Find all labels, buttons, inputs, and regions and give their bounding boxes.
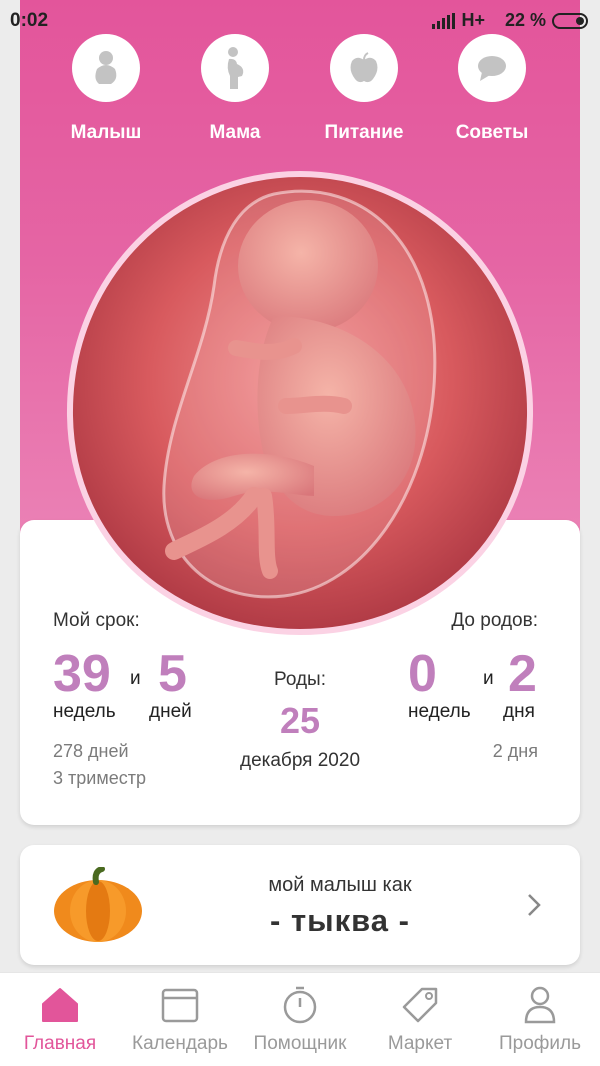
tab-calendar[interactable]: Календарь — [120, 973, 240, 1066]
signal-icon — [432, 12, 456, 29]
baby-size-card[interactable]: мой малыш как - тыква - — [20, 845, 580, 965]
until-conj: и — [483, 668, 494, 689]
home-icon — [42, 988, 78, 1022]
bottom-tab-bar: Главная Календарь Помощник Маркет Профил… — [0, 972, 600, 1066]
baby-size-name: - тыква - — [270, 903, 410, 938]
stopwatch-icon — [283, 986, 317, 1024]
tab-label: Маркет — [387, 1033, 453, 1054]
birth-label: Роды: — [273, 669, 326, 690]
battery-icon — [552, 12, 588, 29]
baby-size-title: мой малыш как — [268, 874, 412, 896]
chevron-right-icon — [528, 894, 541, 916]
until-days-unit: дня — [503, 701, 535, 722]
chat-bubble-icon — [458, 34, 526, 102]
pumpkin-icon — [54, 867, 142, 942]
top-nav-tips[interactable]: Советы — [427, 34, 557, 144]
term-trimester: 3 триместр — [53, 768, 146, 788]
tab-assistant[interactable]: Помощник — [240, 973, 360, 1066]
network-type: H+ — [461, 10, 485, 30]
term-weeks-value: 39 — [53, 645, 111, 703]
tab-home[interactable]: Главная — [0, 973, 120, 1066]
tab-label: Главная — [23, 1033, 97, 1054]
baby-icon — [72, 34, 140, 102]
profile-icon — [524, 986, 556, 1024]
birth-month-year: декабря 2020 — [239, 750, 361, 771]
top-nav: Малыш Мама Питание Советы — [20, 34, 580, 154]
until-weeks-value: 0 — [408, 645, 437, 703]
term-label: Мой срок: — [53, 610, 140, 631]
tab-market[interactable]: Маркет — [360, 973, 480, 1066]
term-weeks-unit: недель — [53, 701, 116, 722]
status-bar: 0:02 H+ 22 % — [0, 0, 600, 40]
fetus-illustration — [66, 170, 534, 636]
apple-icon — [330, 34, 398, 102]
tab-label: Профиль — [498, 1033, 582, 1054]
term-days-value: 5 — [158, 645, 187, 703]
tag-icon — [402, 987, 438, 1023]
top-nav-label: Советы — [455, 122, 529, 143]
tab-profile[interactable]: Профиль — [480, 973, 600, 1066]
top-nav-mom[interactable]: Мама — [170, 34, 300, 144]
until-days-value: 2 — [508, 645, 537, 703]
top-nav-label: Питание — [324, 122, 404, 143]
pregnant-woman-icon — [201, 34, 269, 102]
term-days-unit: дней — [149, 701, 192, 722]
top-nav-food[interactable]: Питание — [299, 34, 429, 144]
birth-day: 25 — [279, 700, 321, 741]
tab-label: Помощник — [253, 1033, 347, 1054]
tab-label: Календарь — [132, 1033, 228, 1054]
status-time: 0:02 — [10, 10, 49, 31]
term-total-days: 278 дней — [53, 741, 129, 761]
top-nav-baby[interactable]: Малыш — [41, 34, 171, 144]
top-nav-label: Мама — [209, 122, 261, 143]
calendar-icon — [161, 988, 199, 1023]
until-birth-label: До родов: — [451, 610, 538, 631]
battery-percent: 22 % — [504, 10, 546, 30]
top-nav-label: Малыш — [70, 122, 142, 143]
until-total-days: 2 дня — [492, 741, 538, 761]
term-conj: и — [130, 668, 141, 689]
until-weeks-unit: недель — [408, 701, 471, 722]
